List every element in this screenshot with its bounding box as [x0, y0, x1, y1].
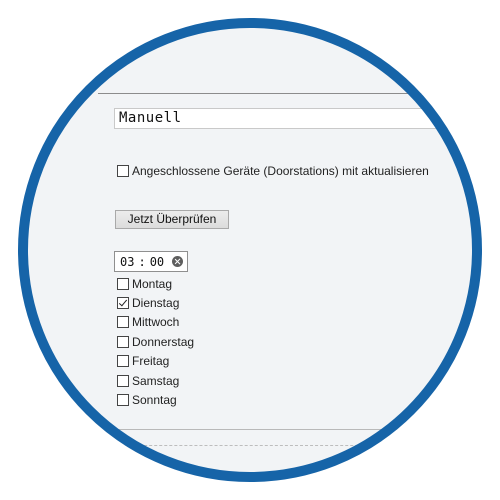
day-checkbox[interactable]: [117, 336, 129, 348]
day-option-donnerstag[interactable]: Donnerstag: [117, 333, 194, 351]
day-option-mittwoch[interactable]: Mittwoch: [117, 313, 179, 331]
day-label: Sonntag: [132, 393, 177, 407]
update-time-input[interactable]: 03 : 00: [114, 251, 188, 272]
day-checkbox[interactable]: [117, 355, 129, 367]
time-hours[interactable]: 03: [120, 255, 134, 269]
include-devices-label: Angeschlossene Geräte (Doorstations) mit…: [132, 164, 429, 178]
section-divider: [98, 93, 482, 94]
day-checkbox[interactable]: [117, 278, 129, 290]
update-mode-select[interactable]: Manuell: [114, 108, 482, 129]
day-option-samstag[interactable]: Samstag: [117, 372, 179, 390]
magnified-view: Manuell Angeschlossene Geräte (Doorstati…: [18, 18, 482, 482]
day-checkbox[interactable]: [117, 394, 129, 406]
day-label: Donnerstag: [132, 335, 195, 349]
screenshot-stage: Manuell Angeschlossene Geräte (Doorstati…: [0, 0, 500, 500]
include-devices-option[interactable]: Angeschlossene Geräte (Doorstations) mit…: [117, 162, 429, 180]
day-label: Montag: [132, 277, 173, 291]
check-now-button[interactable]: Jetzt Überprüfen: [115, 210, 229, 229]
include-devices-checkbox[interactable]: [117, 165, 129, 177]
day-checkbox[interactable]: [117, 375, 129, 387]
time-separator: :: [138, 254, 146, 269]
day-option-freitag[interactable]: Freitag: [117, 352, 169, 370]
dashed-divider: [114, 445, 482, 446]
section-divider: [114, 429, 482, 430]
day-label: Mittwoch: [132, 315, 180, 329]
clear-icon[interactable]: [172, 256, 183, 267]
time-minutes[interactable]: 00: [150, 255, 164, 269]
day-option-sonntag[interactable]: Sonntag: [117, 391, 177, 409]
day-label: Freitag: [132, 354, 170, 368]
day-option-montag[interactable]: Montag: [117, 275, 172, 293]
day-label: Samstag: [132, 374, 180, 388]
day-checkbox[interactable]: [117, 297, 129, 309]
day-option-dienstag[interactable]: Dienstag: [117, 294, 179, 312]
day-label: Dienstag: [132, 296, 180, 310]
day-checkbox[interactable]: [117, 316, 129, 328]
